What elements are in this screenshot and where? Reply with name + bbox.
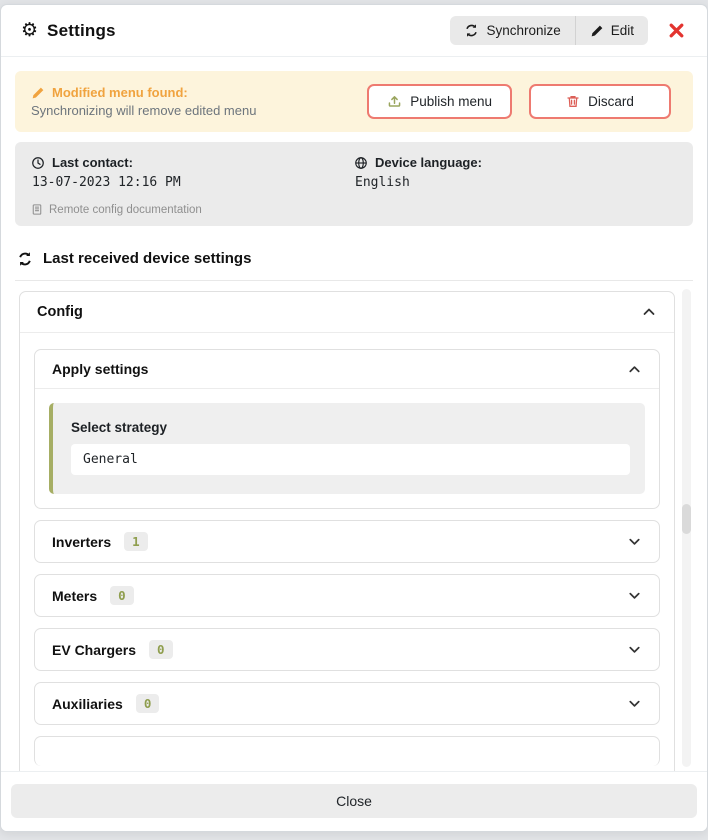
meters-accordion: Meters 0 <box>34 574 660 617</box>
last-contact-block: Last contact: 13-07-2023 12:16 PM <box>31 155 354 190</box>
inverters-header[interactable]: Inverters 1 <box>35 521 659 562</box>
chevron-up-icon <box>641 304 657 320</box>
gear-icon: ⚙ <box>21 21 38 40</box>
auxiliaries-header[interactable]: Auxiliaries 0 <box>35 683 659 724</box>
book-icon <box>31 203 43 216</box>
discard-label: Discard <box>588 94 634 109</box>
modal-body: Modified menu found: Synchronizing will … <box>1 57 707 771</box>
edit-label: Edit <box>611 23 634 38</box>
remote-config-doc-label: Remote config documentation <box>49 204 202 216</box>
config-label: Config <box>37 304 83 320</box>
globe-icon <box>354 156 368 170</box>
ev-chargers-label: EV Chargers <box>52 642 136 658</box>
strategy-label: Select strategy <box>71 420 630 435</box>
modal-footer: Close <box>1 771 707 831</box>
clipped-accordion-card[interactable] <box>34 736 660 766</box>
title-wrap: ⚙ Settings <box>21 21 116 41</box>
warning-actions: Publish menu Discard <box>367 84 677 119</box>
synchronize-label: Synchronize <box>486 23 560 38</box>
ev-chargers-accordion: EV Chargers 0 <box>34 628 660 671</box>
chevron-down-icon <box>627 696 642 711</box>
device-info-box: Last contact: 13-07-2023 12:16 PM <box>15 142 693 226</box>
last-contact-label: Last contact: <box>52 155 133 170</box>
modified-menu-banner: Modified menu found: Synchronizing will … <box>15 71 693 132</box>
page-title: Settings <box>47 21 116 41</box>
publish-menu-button[interactable]: Publish menu <box>367 84 512 119</box>
publish-menu-label: Publish menu <box>410 94 492 109</box>
settings-modal: ⚙ Settings Synchronize <box>0 4 708 832</box>
last-received-heading: Last received device settings <box>17 250 691 267</box>
clock-icon <box>31 156 45 170</box>
config-accordion-header[interactable]: Config <box>20 292 674 333</box>
header-button-group: Synchronize Edit <box>450 16 648 45</box>
upload-icon <box>387 94 402 109</box>
chevron-down-icon <box>627 642 642 657</box>
refresh-icon <box>464 23 479 38</box>
ev-chargers-header[interactable]: EV Chargers 0 <box>35 629 659 670</box>
chevron-down-icon <box>627 588 642 603</box>
inverters-label: Inverters <box>52 534 111 550</box>
inverters-count-badge: 1 <box>124 532 148 551</box>
device-language-label-row: Device language: <box>354 155 677 170</box>
inverters-accordion: Inverters 1 <box>34 520 660 563</box>
auxiliaries-count-badge: 0 <box>136 694 160 713</box>
ev-chargers-count-badge: 0 <box>149 640 173 659</box>
apply-settings-body: Select strategy General <box>35 389 659 508</box>
warning-texts: Modified menu found: Synchronizing will … <box>31 85 367 118</box>
last-contact-label-row: Last contact: <box>31 155 354 170</box>
apply-settings-label: Apply settings <box>52 361 148 377</box>
warning-title: Modified menu found: <box>52 85 188 100</box>
trash-icon <box>566 94 580 109</box>
device-language-block: Device language: English <box>354 155 677 190</box>
device-language-value: English <box>355 175 677 190</box>
scrollbar[interactable] <box>682 289 691 767</box>
meters-label: Meters <box>52 588 97 604</box>
section-title: Last received device settings <box>43 250 251 267</box>
info-columns: Last contact: 13-07-2023 12:16 PM <box>31 155 677 190</box>
chevron-up-icon <box>627 362 642 377</box>
edit-button[interactable]: Edit <box>575 16 648 45</box>
pencil-icon <box>590 24 604 38</box>
chevron-down-icon <box>627 534 642 549</box>
settings-scroll-area[interactable]: Config Apply settings <box>15 281 693 771</box>
auxiliaries-label: Auxiliaries <box>52 696 123 712</box>
meters-count-badge: 0 <box>110 586 134 605</box>
apply-settings-header[interactable]: Apply settings <box>35 350 659 389</box>
meters-header[interactable]: Meters 0 <box>35 575 659 616</box>
warning-title-row: Modified menu found: <box>31 85 367 100</box>
warning-message: Synchronizing will remove edited menu <box>31 103 367 118</box>
device-language-label: Device language: <box>375 155 482 170</box>
strategy-value-field[interactable]: General <box>71 444 630 475</box>
refresh-icon <box>17 251 33 267</box>
close-icon[interactable] <box>668 22 685 39</box>
synchronize-button[interactable]: Synchronize <box>450 16 574 45</box>
strategy-panel: Select strategy General <box>49 403 645 494</box>
config-accordion: Config Apply settings <box>19 291 675 771</box>
scrollbar-thumb[interactable] <box>682 504 691 534</box>
close-button[interactable]: Close <box>11 784 697 818</box>
auxiliaries-accordion: Auxiliaries 0 <box>34 682 660 725</box>
pencil-icon <box>31 86 45 100</box>
last-contact-value: 13-07-2023 12:16 PM <box>32 175 354 190</box>
config-accordion-body: Apply settings Select strategy General <box>20 333 674 771</box>
modal-header: ⚙ Settings Synchronize <box>1 5 707 57</box>
remote-config-doc-link[interactable]: Remote config documentation <box>31 203 677 216</box>
apply-settings-accordion: Apply settings Select strategy General <box>34 349 660 509</box>
discard-button[interactable]: Discard <box>529 84 671 119</box>
